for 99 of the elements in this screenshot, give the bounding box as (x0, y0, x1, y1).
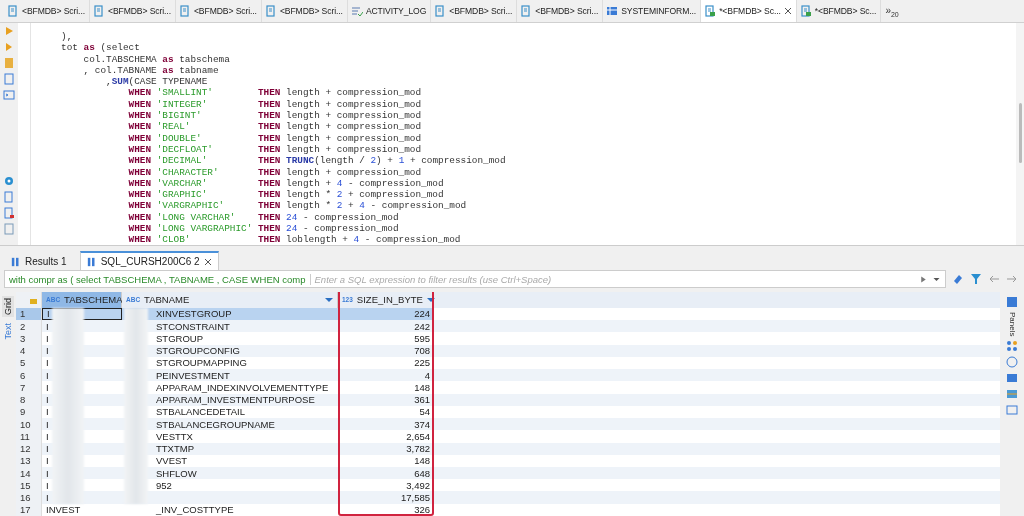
forward-arrow-icon (1006, 273, 1018, 285)
script-icon (92, 5, 105, 17)
table-cell-text: I (45, 356, 50, 370)
script-icon (7, 5, 19, 17)
more-tabs-button[interactable]: »$_{20}$ (885, 4, 899, 18)
table-cell-text: 361 (413, 393, 431, 406)
table-cell-text: I (45, 381, 50, 394)
table-cell-text: VESTTX (155, 430, 194, 443)
close-icon[interactable] (783, 7, 792, 15)
document-icon (3, 73, 15, 85)
table-cell-text: 242 (413, 320, 431, 333)
table-cell-text: I (45, 454, 50, 467)
table-row[interactable]: 6 I PEINVESTMENT 4 (16, 369, 1000, 382)
table-cell-text: I (45, 320, 50, 333)
row-number: 3 (16, 332, 42, 345)
table-cell-text: 2,654 (405, 430, 431, 443)
table-cell-text: I (45, 405, 50, 419)
table-cell-text: I (45, 393, 50, 406)
filter-icon (970, 273, 982, 285)
list-icon (350, 5, 363, 17)
row-number: 2 (16, 320, 42, 333)
script-icon (520, 5, 533, 17)
export-icon (3, 191, 15, 203)
results-tab[interactable]: SQL_CURSH200C6 2 (79, 251, 219, 270)
view-mode-tab[interactable]: Text (2, 321, 14, 342)
play-icon (3, 25, 15, 37)
table-cell-text: 648 (413, 467, 431, 480)
table-cell-text: STGROUPMAPPING (155, 356, 248, 370)
script-icon (434, 5, 447, 17)
table-cell-text: 3,782 (405, 442, 431, 455)
table-cell-text: 148 (413, 454, 431, 467)
table-cell-text: STGROUP (155, 332, 204, 345)
script-icon (704, 5, 717, 17)
table-cell-text: 708 (413, 344, 431, 357)
script-icon (178, 5, 191, 17)
table-cell-text: APPARAM_INVESTMENTPURPOSE (155, 393, 316, 406)
table-cell-text: 148 (413, 381, 431, 394)
row-number: 7 (16, 381, 42, 394)
table-cell-text: SHFLOW (155, 467, 198, 480)
table-cell-text: _INV_COSTTYPE (155, 503, 235, 516)
editor-tab[interactable]: ACTIVITY_LOG (347, 0, 432, 22)
table-cell-text: APPARAM_INDEXINVOLVEMENTTYPE (155, 381, 330, 394)
table-cell-text: I (45, 332, 50, 345)
row-number: 15 (16, 479, 42, 492)
row-number: 16 (16, 491, 42, 504)
table-row[interactable]: 10 I STBALANCEGROUPNAME 374 (16, 418, 1000, 431)
table-cell-text: 4 (423, 369, 431, 382)
table-cell-text: TTXTMP (155, 442, 195, 455)
play-icon (919, 274, 928, 284)
table-cell-text: 17,585 (399, 491, 431, 504)
editor-tab[interactable]: *<BFMDB> Sc... (796, 0, 882, 22)
table-cell-text: I (45, 430, 50, 443)
row-number: 10 (16, 418, 42, 431)
table-cell-text: I (45, 344, 50, 357)
table-cell-text: 3,492 (405, 479, 431, 492)
console-icon (3, 89, 15, 101)
eraser-icon (952, 273, 964, 285)
table-row[interactable]: 16 I 17,585 (16, 491, 1000, 504)
table-cell-text: I (45, 418, 50, 431)
editor-tab[interactable]: <BFMDB> Scri... (431, 0, 518, 22)
circle-icon (1006, 356, 1018, 369)
file-icon (3, 223, 15, 235)
editor-tab[interactable]: *<BFMDB> Sc... (701, 0, 797, 22)
filter-field[interactable]: with compr as ( select TABSCHEMA , TABNAME , CASE WHEN comp Enter a SQL expression to filter results (use Ctrl+Space) (4, 270, 946, 288)
table-cell-text: 225 (413, 356, 431, 370)
row-number: 6 (16, 369, 42, 382)
file-icon (3, 207, 15, 219)
table-cell-text: INVEST (45, 503, 82, 516)
table-cell-text: STBALANCEDETAIL (155, 405, 247, 419)
back-arrow-icon (988, 273, 1000, 285)
editor-tab[interactable]: <BFMDB> Scri... (175, 0, 262, 22)
settings-icon (3, 175, 15, 187)
table-cell-text: I (45, 369, 50, 382)
table-cell-text: I (45, 479, 50, 492)
table-cell-text: VVEST (155, 454, 189, 467)
table-cell-text: PEINVESTMENT (155, 369, 231, 382)
script-icon (264, 5, 277, 17)
table-cell-text: I (45, 467, 50, 480)
editor-tab[interactable]: <BFMDB> Scri... (261, 0, 348, 22)
table-cell-text: 374 (413, 418, 431, 431)
table-cell-text: I (45, 442, 50, 455)
panels-label[interactable]: Panels (1007, 312, 1017, 337)
table-cell-text: STCONSTRAINT (155, 320, 231, 333)
table-cell-text: 54 (418, 405, 431, 419)
close-icon[interactable] (203, 257, 212, 266)
editor-tab[interactable]: <BFMDB> Scri... (4, 0, 90, 22)
table-cell-text: 952 (155, 479, 173, 492)
row-number: 11 (16, 430, 42, 443)
results-tab[interactable]: Results 1 (4, 252, 74, 270)
table-cell-text: STGROUPCONFIG (155, 344, 241, 357)
table-cell-text: 595 (413, 332, 431, 345)
editor-tab[interactable]: <BFMDB> Scri... (517, 0, 604, 22)
table-row[interactable]: 2 I STCONSTRAINT 242 (16, 320, 1000, 333)
table-cell-text: STBALANCEGROUPNAME (155, 418, 276, 431)
editor-tab[interactable]: <BFMDB> Scri... (89, 0, 176, 22)
table-cell-text: 326 (413, 503, 431, 516)
table-cell-text: I (45, 491, 50, 504)
view-mode-tab[interactable]: Grid (2, 296, 14, 317)
script-icon (799, 5, 812, 17)
